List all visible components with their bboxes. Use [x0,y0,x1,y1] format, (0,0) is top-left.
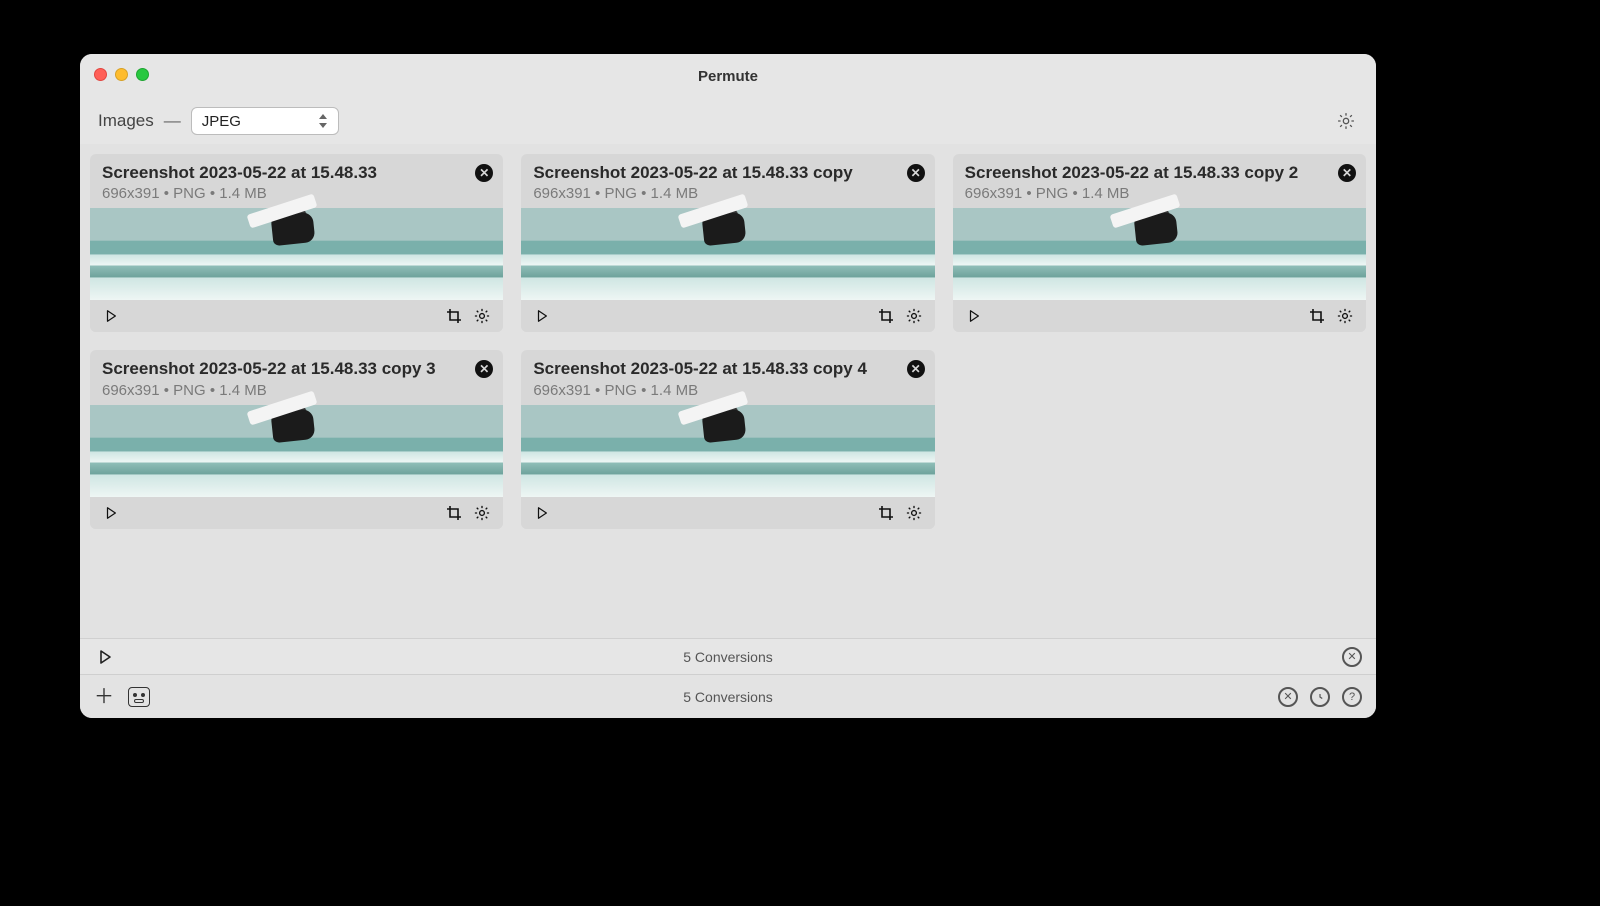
conversion-card: ✕ Screenshot 2023-05-22 at 15.48.33 copy… [90,350,503,528]
card-thumbnail [521,405,934,497]
fullscreen-window-button[interactable] [136,68,149,81]
minimize-window-button[interactable] [115,68,128,81]
close-window-button[interactable] [94,68,107,81]
conversion-card: ✕ Screenshot 2023-05-22 at 15.48.33 copy… [953,154,1366,332]
remove-item-button[interactable]: ✕ [907,164,925,182]
window-title: Permute [698,68,758,85]
select-arrows-icon [316,113,330,129]
card-thumbnail [90,208,503,300]
gear-icon [1336,307,1354,325]
automation-button[interactable] [128,687,150,707]
conversion-card: ✕ Screenshot 2023-05-22 at 15.48.33 696x… [90,154,503,332]
item-settings-button[interactable] [471,305,493,327]
start-item-button[interactable] [100,502,122,524]
card-thumbnail [90,405,503,497]
start-item-button[interactable] [963,305,985,327]
play-icon [104,506,118,520]
start-group-button[interactable] [94,646,116,668]
crop-item-button[interactable] [443,502,465,524]
crop-icon [878,308,894,324]
output-format-select[interactable]: JPEG [191,107,339,135]
crop-icon [446,308,462,324]
card-title: Screenshot 2023-05-22 at 15.48.33 [102,162,491,183]
gear-icon [905,504,923,522]
item-settings-button[interactable] [903,305,925,327]
add-files-button[interactable]: ＋ [94,687,114,707]
crop-icon [878,505,894,521]
output-format-value: JPEG [202,113,241,130]
play-icon [97,649,113,665]
crop-item-button[interactable] [875,502,897,524]
total-conversions-count: 5 Conversions [683,689,773,705]
start-item-button[interactable] [531,305,553,327]
group-conversions-count: 5 Conversions [683,649,773,665]
titlebar: Permute [80,54,1376,98]
card-thumbnail [521,208,934,300]
toolbar: Images — JPEG [80,98,1376,144]
app-window: Permute Images — JPEG ✕ Screenshot 2023-… [80,54,1376,718]
card-title: Screenshot 2023-05-22 at 15.48.33 copy 2 [965,162,1354,183]
clear-group-button[interactable]: ✕ [1342,647,1362,667]
window-bottom-bar: ＋ 5 Conversions ✕ ? [80,674,1376,718]
history-button[interactable] [1310,687,1330,707]
item-settings-button[interactable] [1334,305,1356,327]
start-item-button[interactable] [531,502,553,524]
gear-icon [1336,111,1356,131]
remove-item-button[interactable]: ✕ [1338,164,1356,182]
play-icon [535,309,549,323]
play-icon [967,309,981,323]
play-icon [535,506,549,520]
gear-icon [905,307,923,325]
play-icon [104,309,118,323]
separator-dash: — [164,111,181,131]
window-controls [94,68,149,81]
crop-item-button[interactable] [1306,305,1328,327]
clock-icon [1314,691,1326,703]
crop-item-button[interactable] [443,305,465,327]
gear-icon [473,504,491,522]
crop-icon [1309,308,1325,324]
clear-all-button[interactable]: ✕ [1278,687,1298,707]
conversion-card: ✕ Screenshot 2023-05-22 at 15.48.33 copy… [521,350,934,528]
conversion-card: ✕ Screenshot 2023-05-22 at 15.48.33 copy… [521,154,934,332]
item-settings-button[interactable] [903,502,925,524]
card-title: Screenshot 2023-05-22 at 15.48.33 copy [533,162,922,183]
crop-icon [446,505,462,521]
item-settings-button[interactable] [471,502,493,524]
card-title: Screenshot 2023-05-22 at 15.48.33 copy 3 [102,358,491,379]
remove-item-button[interactable]: ✕ [907,360,925,378]
help-button[interactable]: ? [1342,687,1362,707]
group-status-bar: 5 Conversions ✕ [80,638,1376,674]
conversion-grid: ✕ Screenshot 2023-05-22 at 15.48.33 696x… [90,154,1366,529]
card-thumbnail [953,208,1366,300]
preset-settings-button[interactable] [1334,109,1358,133]
crop-item-button[interactable] [875,305,897,327]
card-title: Screenshot 2023-05-22 at 15.48.33 copy 4 [533,358,922,379]
content-area: ✕ Screenshot 2023-05-22 at 15.48.33 696x… [80,144,1376,638]
category-label: Images [98,111,154,131]
start-item-button[interactable] [100,305,122,327]
gear-icon [473,307,491,325]
